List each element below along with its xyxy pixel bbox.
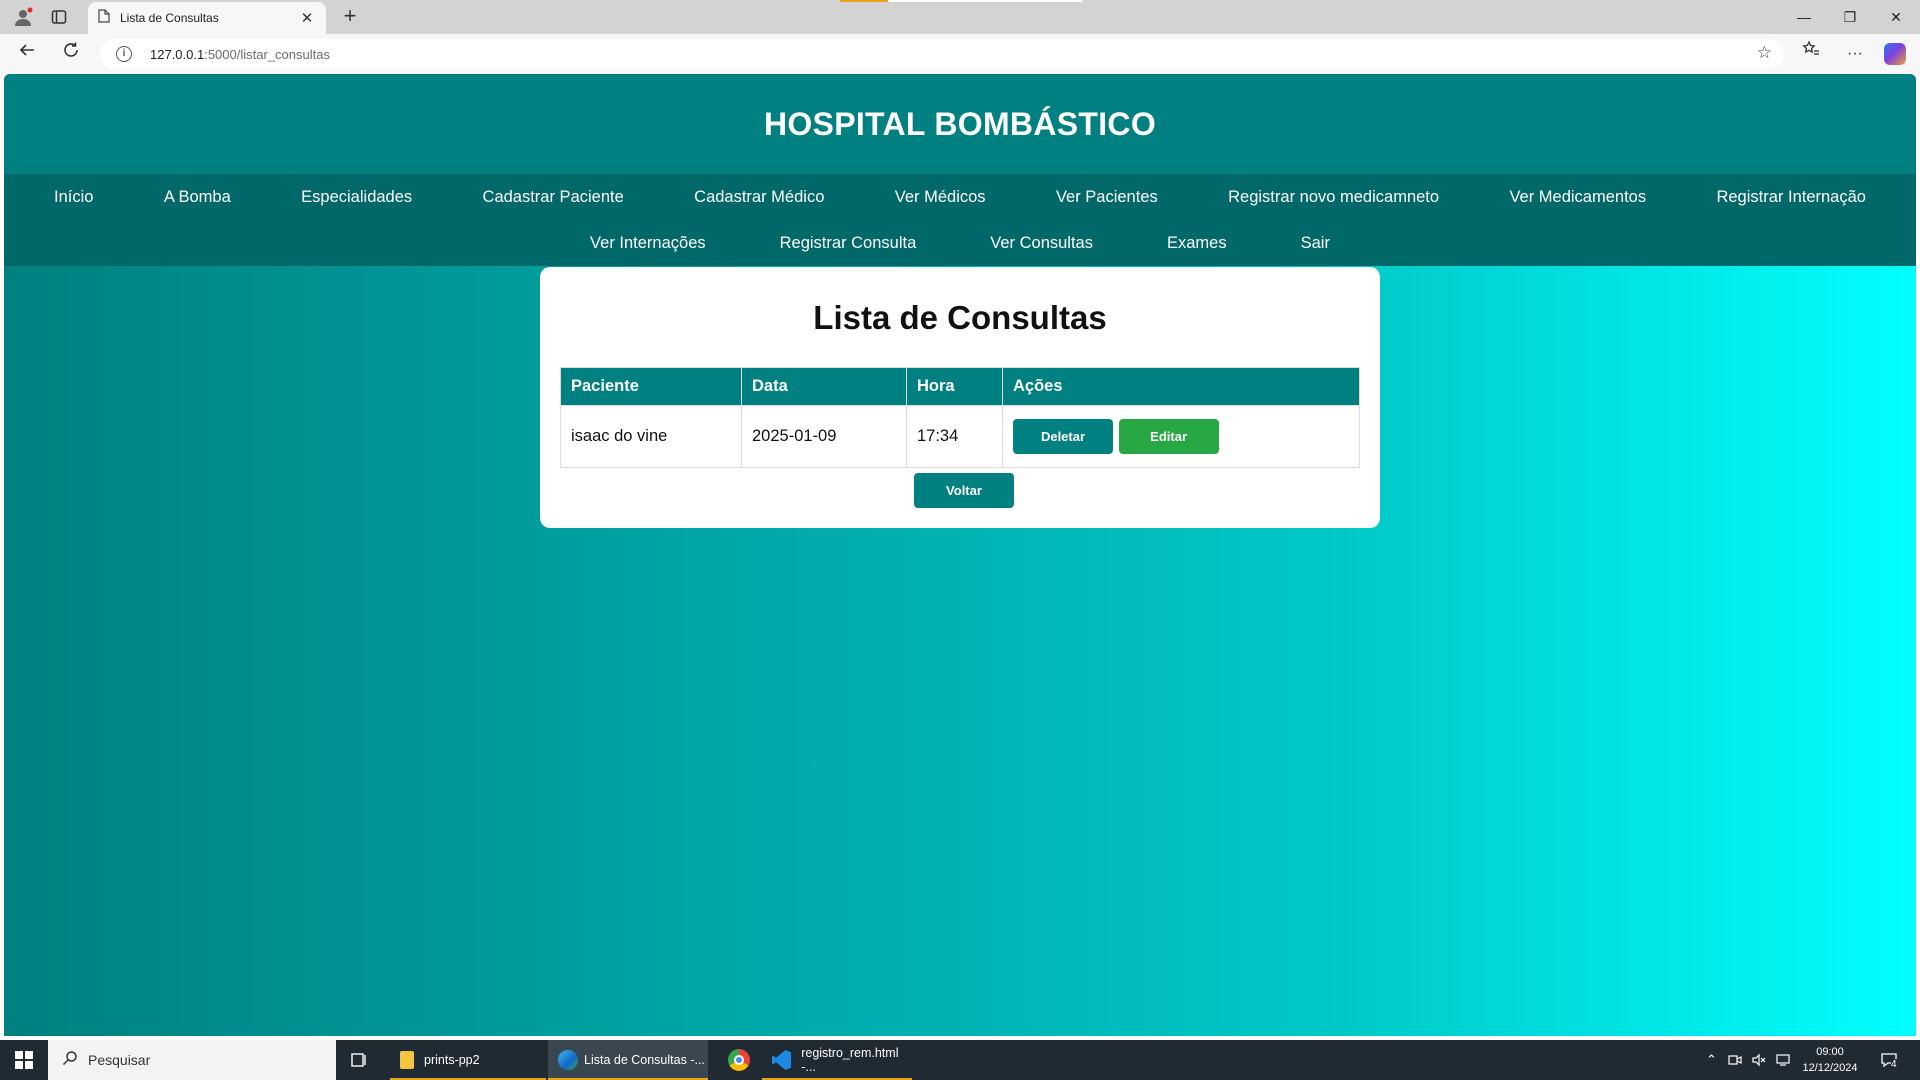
nav-row-1: Início A Bomba Especialidades Cadastrar … (4, 174, 1916, 220)
minimize-button[interactable]: — (1784, 4, 1824, 30)
taskbar-item-label: Lista de Consultas -... (584, 1053, 705, 1067)
windows-start-icon[interactable] (0, 1040, 48, 1080)
nav-link-ver-pacientes[interactable]: Ver Pacientes (1056, 188, 1158, 207)
page-title: Lista de Consultas (813, 299, 1107, 336)
address-bar-row: i 127.0.0.1:5000/listar_consultas ☆ ··· (0, 34, 1920, 74)
page-icon (98, 8, 110, 28)
site-header: HOSPITAL BOMBÁSTICO (4, 74, 1916, 174)
cell-paciente: isaac do vine (560, 405, 742, 468)
tab-indicator-track (888, 0, 1082, 2)
browser-tab-bar: Lista de Consultas ✕ + — ❐ ✕ (0, 0, 1920, 34)
tab-indicator (840, 0, 888, 2)
url-text: 127.0.0.1:5000/listar_consultas (150, 47, 330, 62)
close-window-button[interactable]: ✕ (1876, 4, 1916, 30)
meet-now-icon[interactable] (1728, 1040, 1742, 1080)
delete-button[interactable]: Deletar (1013, 419, 1113, 454)
nav-link-registrar-medicamento[interactable]: Registrar novo medicamneto (1228, 188, 1439, 207)
column-header-data: Data (741, 367, 907, 406)
network-icon[interactable] (1776, 1040, 1790, 1080)
back-button[interactable]: Voltar (914, 473, 1014, 508)
nav-link-a-bomba[interactable]: A Bomba (164, 188, 231, 207)
new-tab-button[interactable]: + (336, 3, 364, 31)
cell-data: 2025-01-09 (741, 405, 907, 468)
nav-link-registrar-internacao[interactable]: Registrar Internação (1716, 188, 1866, 207)
favorite-star-icon[interactable]: ☆ (1757, 43, 1772, 63)
nav-link-registrar-consulta[interactable]: Registrar Consulta (780, 234, 917, 253)
notifications-icon[interactable]: 4 (1880, 1040, 1897, 1080)
taskbar-item-label: prints-pp2 (424, 1053, 480, 1067)
taskbar-item-vscode[interactable]: registro_rem.html -... (762, 1040, 912, 1080)
tray-chevron-icon[interactable]: ⌃ (1706, 1040, 1717, 1080)
copilot-icon[interactable] (1884, 43, 1906, 65)
back-icon[interactable] (12, 40, 42, 68)
nav-link-especialidades[interactable]: Especialidades (301, 188, 412, 207)
nav-link-sair[interactable]: Sair (1301, 234, 1330, 253)
cell-acoes: Deletar Editar (1002, 405, 1360, 468)
column-header-paciente: Paciente (560, 367, 742, 406)
nav-link-ver-internacoes[interactable]: Ver Internações (590, 234, 706, 253)
table-header-row: Paciente Data Hora Ações (560, 367, 1360, 406)
search-icon (62, 1050, 78, 1071)
page-viewport: HOSPITAL BOMBÁSTICO Início A Bomba Espec… (4, 74, 1916, 1036)
taskbar-clock[interactable]: 09:00 12/12/2024 (1790, 1044, 1870, 1076)
favorites-icon[interactable] (1796, 40, 1826, 68)
edge-icon (558, 1050, 578, 1070)
tab-title: Lista de Consultas (120, 11, 219, 25)
nav-link-ver-medicamentos[interactable]: Ver Medicamentos (1509, 188, 1646, 207)
nav-link-ver-consultas[interactable]: Ver Consultas (990, 234, 1093, 253)
more-options-icon[interactable]: ··· (1840, 40, 1870, 68)
consultas-table: Paciente Data Hora Ações isaac do vine 2… (560, 367, 1360, 468)
tab-actions-icon[interactable] (46, 4, 72, 30)
taskbar-search-box[interactable]: Pesquisar (48, 1040, 336, 1080)
restore-button[interactable]: ❐ (1830, 4, 1870, 30)
main-nav: Início A Bomba Especialidades Cadastrar … (4, 174, 1916, 266)
nav-row-2: Ver Internações Registrar Consulta Ver C… (4, 220, 1916, 266)
task-view-icon[interactable] (346, 1040, 376, 1080)
url-host: 127.0.0.1 (150, 46, 205, 62)
taskbar: Pesquisar prints-pp2 Lista de Consultas … (0, 1040, 1920, 1080)
taskbar-item-chrome[interactable] (718, 1040, 758, 1080)
taskbar-item-label: registro_rem.html -... (801, 1046, 899, 1074)
nav-link-cadastrar-medico[interactable]: Cadastrar Médico (694, 188, 824, 207)
volume-muted-icon[interactable] (1752, 1040, 1766, 1080)
nav-link-ver-medicos[interactable]: Ver Médicos (895, 188, 986, 207)
search-placeholder: Pesquisar (88, 1052, 151, 1068)
clock-date: 12/12/2024 (1802, 1062, 1858, 1074)
taskbar-item-edge[interactable]: Lista de Consultas -... (548, 1040, 708, 1080)
tab-lista-de-consultas[interactable]: Lista de Consultas ✕ (88, 2, 326, 34)
close-tab-icon[interactable]: ✕ (298, 9, 316, 27)
vscode-icon (772, 1050, 792, 1070)
nav-link-exames[interactable]: Exames (1167, 234, 1227, 253)
profile-icon[interactable] (10, 4, 36, 30)
table-row: isaac do vine 2025-01-09 17:34 Deletar E… (560, 405, 1360, 468)
chrome-icon (728, 1049, 750, 1071)
cell-hora: 17:34 (906, 405, 1003, 468)
site-info-icon[interactable]: i (116, 46, 132, 62)
clock-time: 09:00 (1816, 1046, 1844, 1058)
nav-link-cadastrar-paciente[interactable]: Cadastrar Paciente (483, 188, 624, 207)
reload-icon[interactable] (56, 40, 86, 68)
folder-icon (400, 1051, 414, 1069)
url-path: :5000/listar_consultas (204, 46, 330, 62)
column-header-hora: Hora (906, 367, 1003, 406)
url-field[interactable]: i 127.0.0.1:5000/listar_consultas ☆ (100, 39, 1784, 69)
edit-button[interactable]: Editar (1118, 419, 1219, 454)
column-header-acoes: Ações (1002, 367, 1360, 406)
site-title: HOSPITAL BOMBÁSTICO (763, 106, 1157, 142)
nav-link-inicio[interactable]: Início (54, 188, 93, 207)
notification-count: 4 (1891, 1058, 1897, 1070)
taskbar-item-prints-pp2[interactable]: prints-pp2 (390, 1040, 546, 1080)
consultas-card: Lista de Consultas Paciente Data Hora Aç… (540, 267, 1380, 528)
